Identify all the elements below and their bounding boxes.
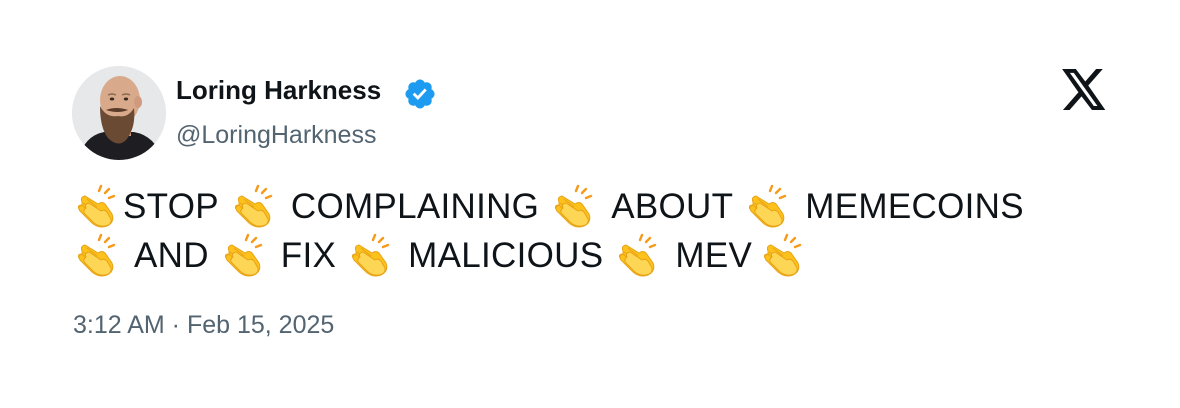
tweet-text-line-2: AND FIX MALICIOUS MEV xyxy=(74,231,1114,280)
clapping-hands-icon xyxy=(74,233,120,279)
clapping-hands-icon xyxy=(221,233,267,279)
clapping-hands-icon xyxy=(760,233,806,279)
tweet-timestamp[interactable]: 3:12 AM · Feb 15, 2025 xyxy=(73,309,334,341)
tweet-word: MEV xyxy=(675,236,753,275)
tweet-word: AND xyxy=(134,236,209,275)
tweet-word: STOP xyxy=(123,187,219,226)
tweet-card: Loring Harkness @LoringHarkness STOP COM… xyxy=(0,0,1180,408)
tweet-text-line-1: STOP COMPLAINING ABOUT MEMECOINS xyxy=(74,182,1114,231)
tweet-word: COMPLAINING xyxy=(290,187,540,226)
avatar[interactable] xyxy=(72,66,166,160)
author-handle[interactable]: @LoringHarkness xyxy=(176,119,376,151)
tweet-word: FIX xyxy=(280,236,337,275)
tweet-word: MEMECOINS xyxy=(805,187,1024,226)
clapping-hands-icon xyxy=(551,184,597,230)
clapping-hands-icon xyxy=(348,233,394,279)
author-display-name[interactable]: Loring Harkness xyxy=(176,74,381,106)
tweet-text: STOP COMPLAINING ABOUT MEMECOINS AND FIX… xyxy=(74,182,1114,280)
clapping-hands-icon xyxy=(745,184,791,230)
clapping-hands-icon xyxy=(74,184,120,230)
tweet-word: MALICIOUS xyxy=(408,236,604,275)
verified-badge-icon xyxy=(405,79,435,109)
x-logo-icon[interactable] xyxy=(1062,69,1107,110)
clapping-hands-icon xyxy=(231,184,277,230)
clapping-hands-icon xyxy=(615,233,661,279)
tweet-word: ABOUT xyxy=(611,187,734,226)
bearded-man-avatar-image xyxy=(72,66,166,160)
